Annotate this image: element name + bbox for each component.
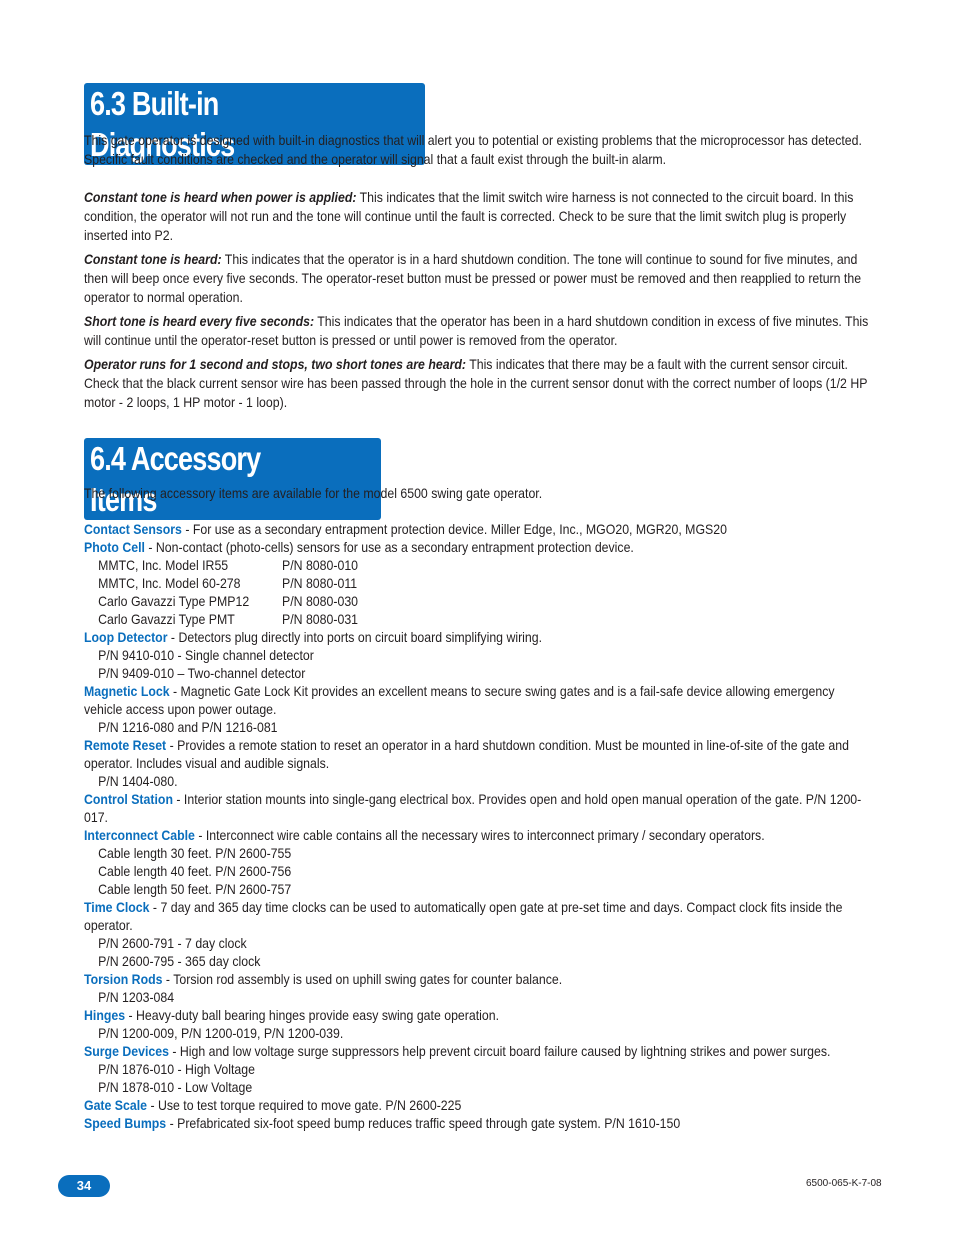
- accessory-desc: - Torsion rod assembly is used on uphill…: [162, 971, 563, 987]
- accessory-name: Gate Scale: [84, 1097, 148, 1113]
- accessory-item: Control Station - Interior station mount…: [84, 790, 874, 826]
- accessory-item: Gate Scale - Use to test torque required…: [84, 1096, 874, 1114]
- photo-cell-model-row: Carlo Gavazzi Type PMT P/N 8080-031: [84, 610, 874, 628]
- part-number: P/N 9410-010 - Single channel detector: [98, 647, 314, 663]
- accessory-desc: - Interior station mounts into single-ga…: [84, 791, 862, 825]
- accessories-body: The following accessory items are availa…: [84, 484, 874, 1132]
- accessory-desc: - Detectors plug directly into ports on …: [167, 629, 543, 645]
- photo-cell-model-row: MMTC, Inc. Model 60-278 P/N 8080-011: [84, 574, 874, 592]
- diagnostics-body: This gate operator is designed with buil…: [84, 131, 874, 412]
- accessory-desc: - Provides a remote station to reset an …: [84, 737, 849, 771]
- photo-cell-model-row: Carlo Gavazzi Type PMP12 P/N 8080-030: [84, 592, 874, 610]
- model-name: Carlo Gavazzi Type PMP12: [98, 593, 250, 609]
- model-name: Carlo Gavazzi Type PMT: [98, 611, 235, 627]
- accessory-name: Loop Detector: [84, 629, 168, 645]
- accessory-desc: - 7 day and 365 day time clocks can be u…: [84, 899, 843, 933]
- diagnostic-condition: Constant tone is heard: This indicates t…: [84, 250, 874, 307]
- accessory-item: Time Clock - 7 day and 365 day time cloc…: [84, 898, 874, 934]
- accessory-item: Interconnect Cable - Interconnect wire c…: [84, 826, 874, 844]
- diagnostic-condition: Short tone is heard every five seconds: …: [84, 312, 874, 350]
- accessory-name: Speed Bumps: [84, 1115, 167, 1131]
- accessory-desc: - High and low voltage surge suppressors…: [168, 1043, 831, 1059]
- part-number: P/N 8080-011: [282, 575, 358, 591]
- accessory-desc: - Use to test torque required to move ga…: [147, 1097, 462, 1113]
- part-number: Cable length 40 feet. P/N 2600-756: [98, 863, 292, 879]
- part-number: P/N 1404-080.: [98, 773, 178, 789]
- accessory-name: Torsion Rods: [84, 971, 163, 987]
- accessory-desc: - Prefabricated six-foot speed bump redu…: [166, 1115, 681, 1131]
- accessory-name: Surge Devices: [84, 1043, 169, 1059]
- accessory-item: Photo Cell - Non-contact (photo-cells) s…: [84, 538, 874, 556]
- accessory-item: Remote Reset - Provides a remote station…: [84, 736, 874, 772]
- part-number: P/N 2600-795 - 365 day clock: [98, 953, 261, 969]
- part-number: P/N 9409-010 – Two-channel detector: [98, 665, 306, 681]
- diagnostics-intro: This gate operator is designed with buil…: [84, 132, 862, 167]
- accessory-name: Hinges: [84, 1007, 126, 1023]
- accessory-item: Speed Bumps - Prefabricated six-foot spe…: [84, 1114, 874, 1132]
- accessory-name: Magnetic Lock: [84, 683, 170, 699]
- accessory-name: Control Station: [84, 791, 173, 807]
- model-name: MMTC, Inc. Model 60-278: [98, 575, 241, 591]
- condition-lead: Operator runs for 1 second and stops, tw…: [84, 356, 466, 372]
- model-name: MMTC, Inc. Model IR55: [98, 557, 229, 573]
- diagnostic-condition: Constant tone is heard when power is app…: [84, 188, 874, 245]
- accessory-item: Contact Sensors - For use as a secondary…: [84, 520, 874, 538]
- part-number: Cable length 50 feet. P/N 2600-757: [98, 881, 292, 897]
- condition-lead: Short tone is heard every five seconds:: [84, 313, 315, 329]
- part-number: P/N 1200-009, P/N 1200-019, P/N 1200-039…: [98, 1025, 344, 1041]
- accessory-item: Loop Detector - Detectors plug directly …: [84, 628, 874, 646]
- condition-lead: Constant tone is heard when power is app…: [84, 189, 357, 205]
- part-number: P/N 1203-084: [98, 989, 175, 1005]
- accessory-desc: - Heavy-duty ball bearing hinges provide…: [125, 1007, 500, 1023]
- part-number: P/N 8080-010: [282, 557, 359, 573]
- accessory-item: Surge Devices - High and low voltage sur…: [84, 1042, 874, 1060]
- accessory-desc: - Interconnect wire cable contains all t…: [194, 827, 765, 843]
- photo-cell-model-row: MMTC, Inc. Model IR55 P/N 8080-010: [84, 556, 874, 574]
- accessory-desc: - Magnetic Gate Lock Kit provides an exc…: [84, 683, 835, 717]
- part-number: P/N 1878-010 - Low Voltage: [98, 1079, 253, 1095]
- condition-lead: Constant tone is heard:: [84, 251, 222, 267]
- diagnostic-condition: Operator runs for 1 second and stops, tw…: [84, 355, 874, 412]
- manual-page: 6.3 Built-in Diagnostics This gate opera…: [0, 0, 954, 1235]
- accessory-name: Interconnect Cable: [84, 827, 195, 843]
- document-code: 6500-065-K-7-08: [806, 1178, 882, 1189]
- accessory-desc: - Non-contact (photo-cells) sensors for …: [144, 539, 634, 555]
- accessory-name: Contact Sensors: [84, 521, 182, 537]
- part-number: P/N 1876-010 - High Voltage: [98, 1061, 255, 1077]
- page-number-badge: 34: [58, 1175, 110, 1197]
- accessory-name: Time Clock: [84, 899, 150, 915]
- accessory-item: Hinges - Heavy-duty ball bearing hinges …: [84, 1006, 874, 1024]
- part-number: P/N 8080-030: [282, 593, 359, 609]
- part-number: Cable length 30 feet. P/N 2600-755: [98, 845, 292, 861]
- accessories-intro: The following accessory items are availa…: [84, 485, 543, 501]
- accessory-name: Remote Reset: [84, 737, 167, 753]
- accessory-desc: - For use as a secondary entrapment prot…: [181, 521, 727, 537]
- accessory-name: Photo Cell: [84, 539, 145, 555]
- accessory-item: Magnetic Lock - Magnetic Gate Lock Kit p…: [84, 682, 874, 718]
- part-number: P/N 2600-791 - 7 day clock: [98, 935, 247, 951]
- part-number: P/N 1216-080 and P/N 1216-081: [98, 719, 278, 735]
- part-number: P/N 8080-031: [282, 611, 359, 627]
- accessory-item: Torsion Rods - Torsion rod assembly is u…: [84, 970, 874, 988]
